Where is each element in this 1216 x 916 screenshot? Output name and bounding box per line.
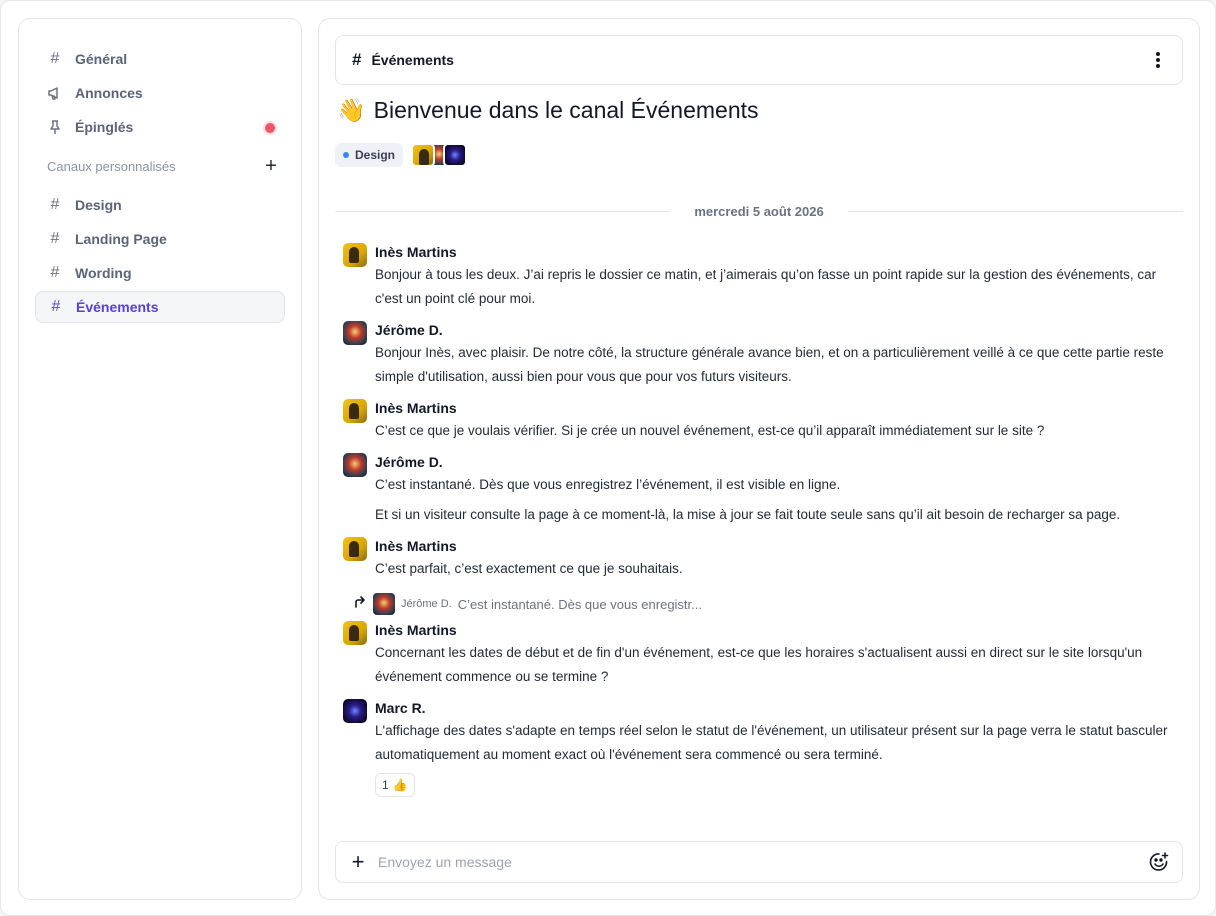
sidebar-item-label: Épinglés	[75, 119, 134, 135]
tag-dot	[343, 152, 349, 158]
hash-icon: #	[50, 264, 60, 281]
date-label: mercredi 5 août 2026	[694, 203, 824, 219]
notification-dot	[265, 123, 275, 133]
date-separator: mercredi 5 août 2026	[335, 201, 1184, 221]
megaphone-icon	[47, 85, 63, 101]
welcome-title: Bienvenue dans le canal Événements	[373, 97, 759, 123]
more-options-icon[interactable]	[1150, 52, 1166, 68]
app-window: # Général Annonces Épinglés Canaux perso…	[0, 0, 1216, 916]
message[interactable]: Inès Martins Bonjour à tous les deux. J’…	[343, 241, 1183, 311]
sidebar-item-general[interactable]: # Général	[35, 43, 285, 75]
add-channel-button[interactable]: +	[261, 156, 281, 176]
reply-arrow-icon	[353, 595, 367, 614]
reply-author: Jérôme D.	[401, 598, 452, 610]
section-title: Canaux personnalisés	[47, 158, 176, 174]
message-input[interactable]	[378, 854, 1148, 870]
avatar[interactable]	[343, 321, 367, 345]
message-text: C’est ce que je voulais vérifier. Si je …	[375, 423, 1045, 438]
sidebar-item-label: Landing Page	[75, 231, 167, 247]
tag-label: Design	[355, 148, 396, 162]
hash-icon: #	[50, 50, 60, 67]
message-author[interactable]: Marc R.	[375, 697, 1175, 719]
sidebar: # Général Annonces Épinglés Canaux perso…	[18, 18, 302, 900]
reaction-count: 1	[382, 778, 389, 792]
message-list: Inès Martins Bonjour à tous les deux. J’…	[343, 241, 1183, 805]
sidebar-item-evenements[interactable]: # Événements	[35, 291, 285, 323]
channel-meta: Design	[335, 143, 468, 167]
message-text: Bonjour à tous les deux. J’ai repris le …	[375, 267, 1157, 306]
message-text: C’est parfait, c’est exactement ce que j…	[375, 561, 683, 576]
message-text: L'affichage des dates s'adapte en temps …	[375, 723, 1168, 762]
hash-icon: #	[50, 196, 60, 213]
sidebar-item-label: Annonces	[75, 85, 143, 101]
message[interactable]: Jérôme D. C’est instantané. Dès que vous…	[343, 451, 1183, 527]
channel-name: Événements	[371, 52, 454, 68]
message-author[interactable]: Inès Martins	[375, 619, 1175, 641]
add-attachment-button[interactable]: +	[348, 851, 368, 873]
message-text: Concernant les dates de début et de fin …	[375, 645, 1143, 684]
sidebar-item-design[interactable]: # Design	[35, 189, 285, 221]
message-author[interactable]: Inès Martins	[375, 535, 1175, 557]
sidebar-item-annonces[interactable]: Annonces	[35, 77, 285, 109]
sidebar-item-label: Design	[75, 197, 122, 213]
message-text: C’est instantané. Dès que vous enregistr…	[375, 477, 841, 492]
section-header-custom-channels: Canaux personnalisés +	[47, 151, 281, 181]
message[interactable]: Inès Martins C’est parfait, c’est exacte…	[343, 535, 1183, 581]
emoji-picker-icon[interactable]	[1148, 851, 1170, 873]
sidebar-item-wording[interactable]: # Wording	[35, 257, 285, 289]
avatar[interactable]	[343, 621, 367, 645]
reply-snippet: C’est instantané. Dès que vous enregistr…	[457, 596, 702, 612]
sidebar-item-epingles[interactable]: Épinglés	[35, 111, 285, 143]
pin-icon	[47, 119, 63, 135]
avatar[interactable]	[343, 537, 367, 561]
avatar	[373, 593, 395, 615]
hash-icon: #	[50, 230, 60, 247]
avatar	[411, 143, 436, 167]
avatar[interactable]	[343, 453, 367, 477]
message-text: Et si un visiteur consulte la page à ce …	[375, 507, 1121, 522]
hash-icon: #	[352, 50, 362, 69]
sidebar-item-landing-page[interactable]: # Landing Page	[35, 223, 285, 255]
sidebar-item-label: Général	[75, 51, 128, 67]
message[interactable]: Inès Martins Concernant les dates de déb…	[343, 619, 1183, 689]
message[interactable]: Marc R. L'affichage des dates s'adapte e…	[343, 697, 1183, 797]
channel-tag[interactable]: Design	[335, 143, 404, 167]
message-text: Bonjour Inès, avec plaisir. De notre côt…	[375, 345, 1164, 384]
avatar[interactable]	[343, 699, 367, 723]
welcome-heading: 👋 Bienvenue dans le canal Événements	[337, 97, 759, 124]
message-author[interactable]: Inès Martins	[375, 397, 1175, 419]
avatar[interactable]	[343, 399, 367, 423]
avatar[interactable]	[343, 243, 367, 267]
message-author[interactable]: Inès Martins	[375, 241, 1175, 263]
message-composer: +	[335, 841, 1183, 883]
hash-icon: #	[51, 298, 61, 315]
thumbs-up-icon: 👍	[392, 778, 408, 792]
message-author[interactable]: Jérôme D.	[375, 319, 1175, 341]
sidebar-item-label: Événements	[76, 299, 159, 315]
message[interactable]: Inès Martins C’est ce que je voulais vér…	[343, 397, 1183, 443]
wave-emoji: 👋	[337, 97, 366, 123]
avatar	[443, 143, 468, 167]
channel-panel: # Événements 👋 Bienvenue dans le canal É…	[318, 18, 1200, 900]
channel-header: # Événements	[335, 35, 1183, 85]
sidebar-item-label: Wording	[75, 265, 132, 281]
reaction-thumbs-up[interactable]: 1 👍	[375, 773, 415, 797]
message-author[interactable]: Jérôme D.	[375, 451, 1175, 473]
reply-reference[interactable]: Jérôme D. C’est instantané. Dès que vous…	[353, 593, 1183, 615]
message[interactable]: Jérôme D. Bonjour Inès, avec plaisir. De…	[343, 319, 1183, 389]
member-avatars[interactable]	[411, 143, 468, 167]
